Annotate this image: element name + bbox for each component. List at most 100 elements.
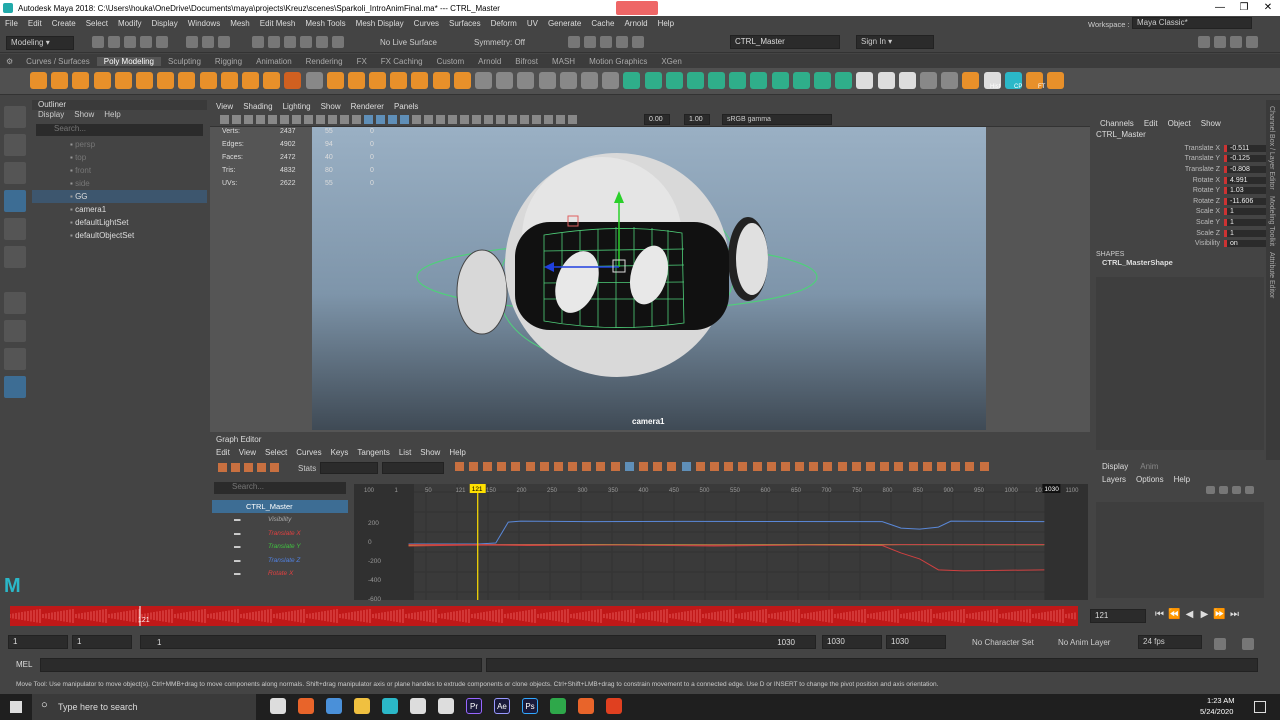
viewport-menu-renderer[interactable]: Renderer [351,102,384,111]
graph-tangent-icon[interactable] [922,462,932,471]
viewport-tool-icon[interactable] [507,115,517,124]
menu-mesh-tools[interactable]: Mesh Tools [305,19,345,28]
graph-tangent-icon[interactable] [766,462,776,471]
snap-grid-icon[interactable] [252,36,264,48]
graph-tool-icon[interactable] [244,462,253,472]
shelf-tool-icon[interactable] [178,72,196,89]
shelf-tool-icon[interactable] [326,72,344,89]
outliner-item[interactable]: ▪ defaultObjectSet [32,229,207,242]
graph-channel-translate-z[interactable]: ▬ Translate Z [212,554,348,568]
shelf-tool-icon[interactable] [51,72,69,89]
exposure-field[interactable]: 0.00 [644,114,670,125]
graph-menu-tangents[interactable]: Tangents [357,448,389,457]
side-tab-attribute-editor[interactable]: Attribute Editor [1268,252,1275,298]
start-frame-field[interactable]: 1 [8,635,68,649]
graph-tangent-icon[interactable] [738,462,748,471]
shelf-tool-icon[interactable] [538,72,556,89]
layer-move-down-icon[interactable] [1219,486,1228,494]
live-surface-field[interactable]: No Live Surface [380,38,437,47]
taskbar-app-icon[interactable] [438,698,454,714]
graph-tangent-icon[interactable] [454,462,464,471]
taskbar-app-icon[interactable] [550,698,566,714]
select-hierarchy-icon[interactable] [186,36,198,48]
preferences-icon[interactable] [1242,638,1254,650]
graph-tool-icon[interactable] [231,462,240,472]
viewport-tool-icon[interactable] [315,115,325,124]
viewport-tool-icon[interactable] [219,115,229,124]
side-tab-channel-box-layer-editor[interactable]: Channel Box / Layer Editor [1268,106,1275,190]
shelf-tool-icon[interactable] [792,72,810,89]
channel-rotate-y[interactable]: Rotate Y 1.03 [1094,185,1266,196]
range-bar[interactable]: 1 1030 [140,635,816,649]
graph-tangent-icon[interactable] [936,462,946,471]
graph-menu-list[interactable]: List [399,448,411,457]
paint-select-icon[interactable] [4,162,26,184]
shelf-tool-icon[interactable] [877,72,895,89]
render-settings-icon[interactable] [600,36,612,48]
graph-tangent-icon[interactable] [979,462,989,471]
viewport-tool-icon[interactable] [351,115,361,124]
new-scene-icon[interactable] [92,36,104,48]
graph-tool-icon[interactable] [218,462,227,472]
shelf-tool-icon[interactable] [475,72,493,89]
viewport-tool-icon[interactable] [255,115,265,124]
viewport-tool-icon[interactable] [363,115,373,124]
graph-tangent-icon[interactable] [468,462,478,471]
shelf-tab-rigging[interactable]: Rigging [208,57,249,66]
shelf-tool-icon[interactable] [919,72,937,89]
playback-button[interactable]: ⏭ [1227,609,1242,620]
viewport-tool-icon[interactable] [471,115,481,124]
shelf-tool-icon[interactable] [665,72,683,89]
graph-menu-edit[interactable]: Edit [216,448,230,457]
graph-menu-view[interactable]: View [239,448,256,457]
shelf-tool-icon[interactable] [856,72,874,89]
outliner-item[interactable]: ▪ defaultLightSet [32,216,207,229]
outliner-menu-show[interactable]: Show [74,110,94,122]
shelf-tool-icon[interactable] [750,72,768,89]
graph-tangent-icon[interactable] [866,462,876,471]
shelf-tab-arnold[interactable]: Arnold [471,57,508,66]
undo-icon[interactable] [140,36,152,48]
channel-attr-value[interactable]: 4.991 [1224,176,1266,184]
outliner-item[interactable]: ▪ persp [32,138,207,151]
side-tab-modeling-toolkit[interactable]: Modeling Toolkit [1268,196,1275,246]
taskbar-search-box[interactable]: ○ Type here to search [32,694,256,720]
channel-rotate-x[interactable]: Rotate X 4.991 [1094,175,1266,186]
workspace-dropdown[interactable]: Maya Classic* [1132,17,1252,29]
shelf-tool-icon[interactable] [199,72,217,89]
shelf-tool-icon[interactable] [136,72,154,89]
menu-create[interactable]: Create [52,19,76,28]
graph-tangent-icon[interactable] [497,462,507,471]
snap-view-icon[interactable] [300,36,312,48]
playback-button[interactable]: ⏩ [1212,609,1227,620]
shelf-tool-icon[interactable] [962,72,980,89]
menu-arnold[interactable]: Arnold [624,19,647,28]
menu-cache[interactable]: Cache [591,19,614,28]
graph-tangent-icon[interactable] [724,462,734,471]
graph-tangent-icon[interactable] [610,462,620,471]
viewport-tool-icon[interactable] [375,115,385,124]
graph-channel-translate-x[interactable]: ▬ Translate X [212,527,348,541]
anim-end-field[interactable]: 1030 [886,635,946,649]
shelf-label-cp[interactable]: CP [1014,84,1022,90]
graph-tangent-icon[interactable] [752,462,762,471]
menu-file[interactable]: File [5,19,18,28]
channel-scale-z[interactable]: Scale Z 1 [1094,228,1266,239]
taskbar-app-icon[interactable] [606,698,622,714]
taskbar-app-icon[interactable] [298,698,314,714]
toggle-sidebar-icon[interactable] [1198,36,1210,48]
taskbar-app-icon[interactable] [354,698,370,714]
shelf-tool-icon[interactable] [114,72,132,89]
viewport-tool-icon[interactable] [279,115,289,124]
viewport-tool-icon[interactable] [567,115,577,124]
viewport-tool-icon[interactable] [267,115,277,124]
menu-modify[interactable]: Modify [118,19,142,28]
graph-tangent-icon[interactable] [596,462,606,471]
shelf-tool-icon[interactable] [623,72,641,89]
graph-tangent-icon[interactable] [624,462,634,471]
graph-tool-icon[interactable] [257,462,266,472]
ipr-render-icon[interactable] [584,36,596,48]
sign-in-dropdown[interactable]: Sign In ▾ [856,35,934,49]
graph-tangent-icon[interactable] [482,462,492,471]
menu-generate[interactable]: Generate [548,19,581,28]
